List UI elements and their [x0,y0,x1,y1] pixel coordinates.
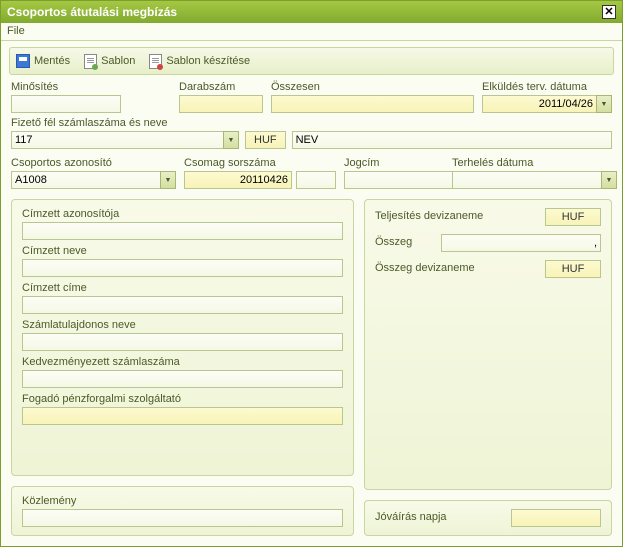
osszeg-deviza-button[interactable]: HUF [545,260,601,278]
cimzett-neve-label: Címzett neve [22,245,343,257]
payer-label: Fizető fél számlaszáma és neve [11,117,612,129]
kozlemeny-label: Közlemény [22,495,343,507]
titlebar: Csoportos átutalási megbízás ✕ [1,1,622,23]
menubar: File [1,23,622,41]
close-icon[interactable]: ✕ [602,5,616,19]
darabszam-label: Darabszám [179,81,263,93]
menu-file[interactable]: File [7,25,25,37]
toolbar: Mentés Sablon Sablon készítése [9,47,614,75]
jogcim-label: Jogcím [344,157,444,169]
cimzett-azonosito-input[interactable] [22,222,343,240]
osszesen-label: Összesen [271,81,474,93]
fogado-input[interactable] [22,407,343,425]
payer-currency-button[interactable]: HUF [245,131,286,149]
amount-panel: Teljesítés devizaneme HUF Összeg Összeg … [364,199,612,490]
csoportos-azonosito-label: Csoportos azonosító [11,157,176,169]
szamlatulajdonos-input[interactable] [22,333,343,351]
kozlemeny-input[interactable] [22,509,343,527]
terheles-input[interactable] [452,171,601,189]
jovairas-panel: Jóváírás napja [364,500,612,536]
payer-account-input[interactable] [11,131,223,149]
terheles-dropdown-icon[interactable]: ▼ [601,171,617,189]
save-icon [16,54,30,68]
csomag-input[interactable] [184,171,292,189]
window-title: Csoportos átutalási megbízás [7,5,177,19]
make-template-button[interactable]: Sablon készítése [149,54,250,69]
template-button[interactable]: Sablon [84,54,135,69]
csoportos-azonosito-input[interactable] [11,171,160,189]
save-button[interactable]: Mentés [16,54,70,68]
osszeg-deviza-label: Összeg devizaneme [375,262,539,274]
osszeg-label: Összeg [375,236,435,248]
payer-account-dropdown-icon[interactable]: ▼ [223,131,239,149]
jovairas-input[interactable] [511,509,601,527]
darabszam-input[interactable] [179,95,263,113]
minosites-input[interactable] [11,95,121,113]
cimzett-azonosito-label: Címzett azonosítója [22,208,343,220]
document-icon [84,54,97,69]
elkuldes-input[interactable] [482,95,596,113]
osszesen-input[interactable] [271,95,474,113]
recipient-panel: Címzett azonosítója Címzett neve Címzett… [11,199,354,476]
kedvezmenyezett-input[interactable] [22,370,343,388]
csomag-label: Csomag sorszáma [184,157,336,169]
minosites-label: Minősítés [11,81,171,93]
teljesites-deviza-label: Teljesítés devizaneme [375,210,539,222]
osszeg-input[interactable] [441,234,601,252]
szamlatulajdonos-label: Számlatulajdonos neve [22,319,343,331]
cimzett-cime-input[interactable] [22,296,343,314]
fogado-label: Fogadó pénzforgalmi szolgáltató [22,393,343,405]
elkuldes-label: Elküldés terv. dátuma [482,81,612,93]
window: Csoportos átutalási megbízás ✕ File Ment… [0,0,623,547]
jovairas-label: Jóváírás napja [375,511,505,523]
cimzett-cime-label: Címzett címe [22,282,343,294]
payer-name-input[interactable] [292,131,612,149]
document-add-icon [149,54,162,69]
elkuldes-dropdown-icon[interactable]: ▼ [596,95,612,113]
content: Minősítés Darabszám Összesen Elküldés te… [1,81,622,546]
cimzett-neve-input[interactable] [22,259,343,277]
csomag-extra-input[interactable] [296,171,336,189]
kedvezmenyezett-label: Kedvezményezett számlaszáma [22,356,343,368]
csoportos-azonosito-dropdown-icon[interactable]: ▼ [160,171,176,189]
kozlemeny-panel: Közlemény [11,486,354,536]
terheles-label: Terhelés dátuma [452,157,617,169]
teljesites-deviza-button[interactable]: HUF [545,208,601,226]
